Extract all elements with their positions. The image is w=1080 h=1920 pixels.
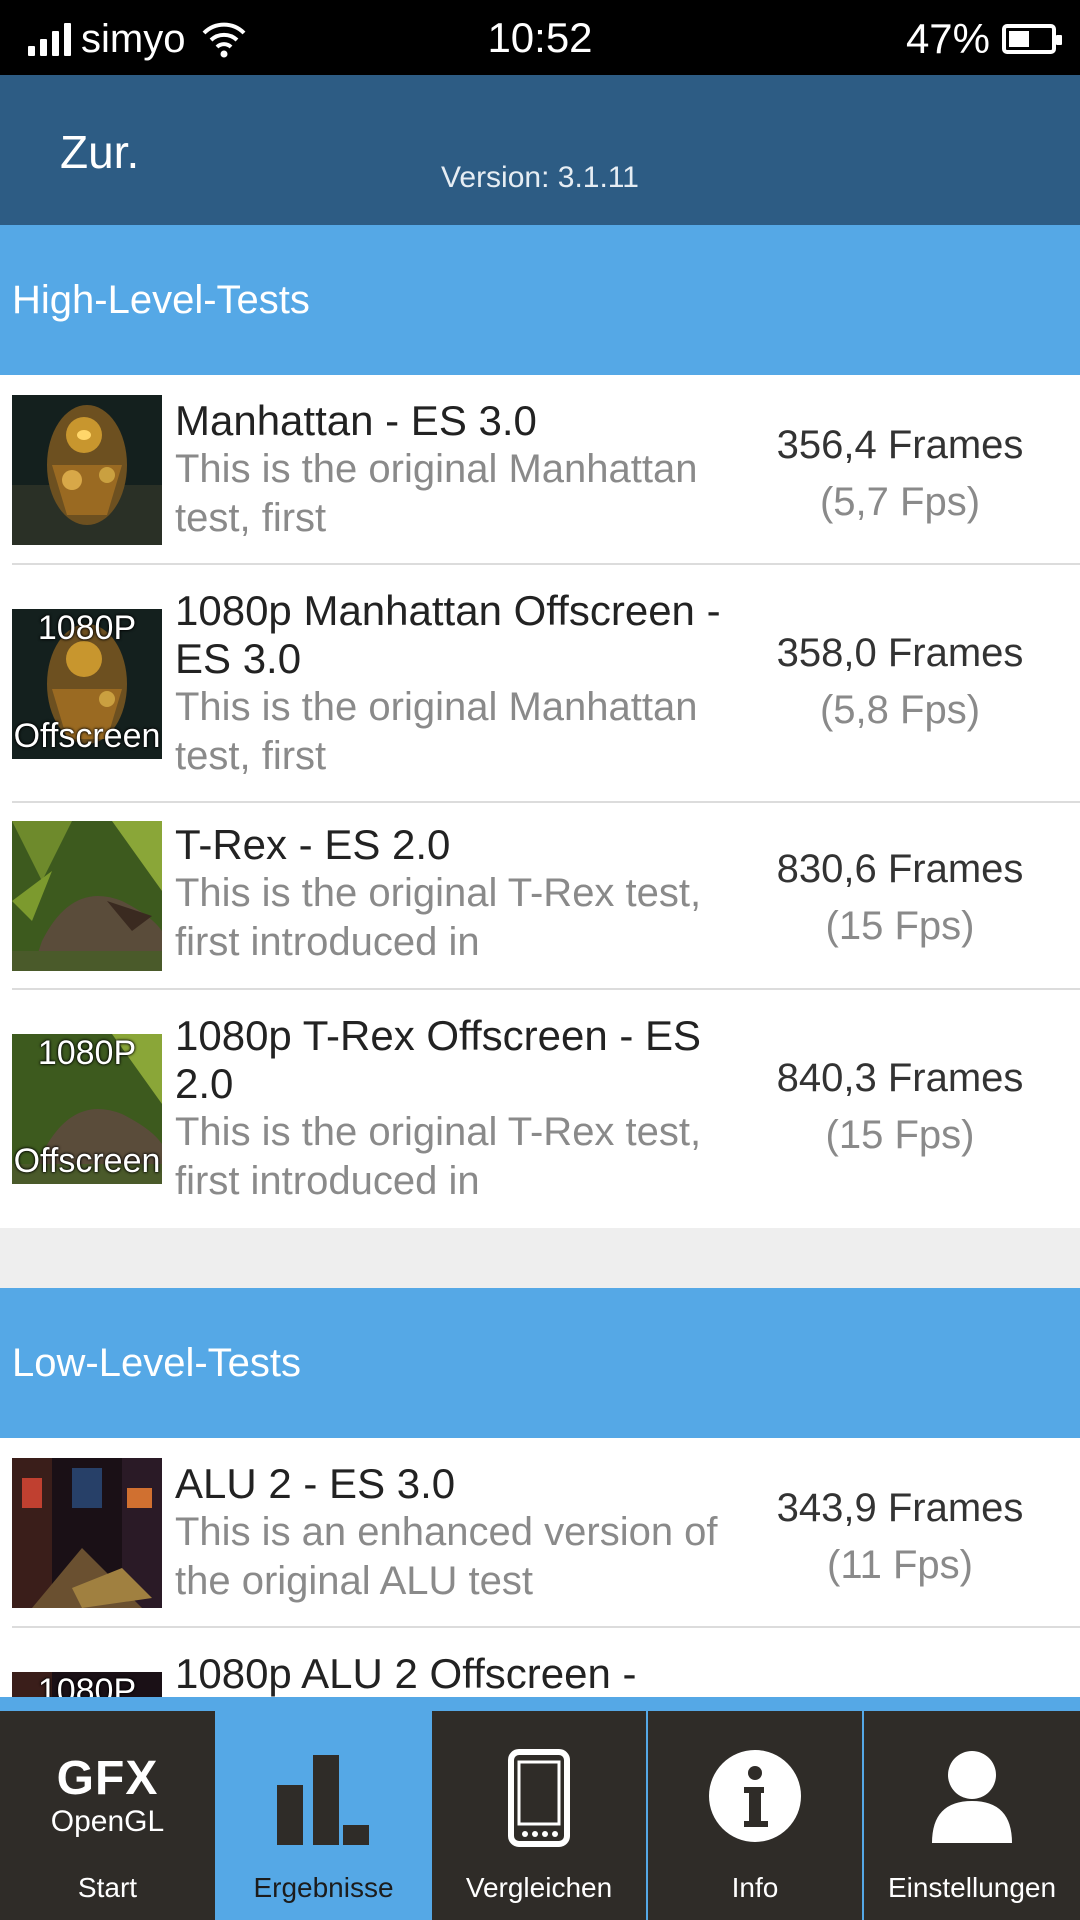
app-header: Zur. Version: 3.1.11 <box>0 75 1080 225</box>
test-row-alu-offscreen[interactable]: 1080P 1080p ALU 2 Offscreen - <box>0 1628 1080 1697</box>
frames-value: 840,3 Frames <box>776 1056 1024 1100</box>
info-icon <box>648 1749 862 1859</box>
alu-offscreen-thumbnail: 1080P <box>12 1672 162 1697</box>
frames-value: 356,4 Frames <box>776 423 1024 467</box>
test-row-trex[interactable]: T-Rex - ES 2.0 This is the original T-Re… <box>0 803 1080 990</box>
nav-einstellungen[interactable]: Einstellungen <box>864 1711 1080 1920</box>
fps-value: (11 Fps) <box>827 1543 973 1587</box>
manhattan-thumbnail <box>12 395 162 545</box>
trex-offscreen-thumbnail: 1080P Offscreen <box>12 1034 162 1184</box>
status-right: 47% <box>905 14 1062 64</box>
test-description: This is the original Manhattan test, fir… <box>175 447 698 540</box>
test-score: 343,9 Frames (11 Fps) <box>740 1480 1060 1594</box>
logo-text-gfx: GFX <box>56 1752 159 1805</box>
thumb-overlay-bottom: Offscreen <box>13 717 161 755</box>
test-score: 358,0 Frames (5,8 Fps) <box>740 625 1060 739</box>
nav-ergebnisse[interactable]: Ergebnisse <box>217 1711 430 1920</box>
thumb-overlay-top: 1080P <box>37 1672 137 1697</box>
section-header-low-level: Low-Level-Tests <box>0 1288 1080 1438</box>
test-row-manhattan-offscreen[interactable]: 1080P Offscreen 1080p Manhattan Offscree… <box>0 565 1080 803</box>
test-description: This is the original Manhattan test, fir… <box>175 685 698 778</box>
nav-start[interactable]: GFX OpenGL Start <box>0 1711 215 1920</box>
fps-value: (5,8 Fps) <box>819 688 981 732</box>
nav-label: Start <box>77 1872 138 1903</box>
battery-percent: 47% <box>905 15 990 62</box>
logo-text-opengl: OpenGL <box>50 1805 165 1838</box>
smartphone-icon <box>432 1749 646 1859</box>
test-title: 1080p Manhattan Offscreen - ES 3.0 <box>175 587 721 682</box>
section-header-high-level: High-Level-Tests <box>0 225 1080 375</box>
test-row-trex-offscreen[interactable]: 1080P Offscreen 1080p T-Rex Offscreen - … <box>0 990 1080 1228</box>
battery-icon <box>1002 24 1062 54</box>
fps-value: (15 Fps) <box>825 904 975 948</box>
gfx-opengl-logo: GFX OpenGL <box>0 1749 215 1859</box>
test-title: Manhattan - ES 3.0 <box>175 397 537 444</box>
status-bar: simyo 10:52 47% <box>0 0 1080 75</box>
nav-label: Info <box>731 1872 779 1903</box>
nav-info[interactable]: Info <box>648 1711 862 1920</box>
test-description: This is the original T-Rex test, first i… <box>175 1110 702 1203</box>
test-row-alu[interactable]: ALU 2 - ES 3.0 This is an enhanced versi… <box>0 1438 1080 1628</box>
fps-value: (15 Fps) <box>825 1113 975 1157</box>
thumb-overlay-top: 1080P <box>37 609 137 647</box>
frames-value: 358,0 Frames <box>776 631 1024 675</box>
test-description: This is an enhanced version of the origi… <box>175 1510 718 1603</box>
nav-label: Vergleichen <box>465 1872 613 1903</box>
thumb-overlay-top: 1080P <box>37 1034 137 1072</box>
frames-value: 343,9 Frames <box>776 1486 1024 1530</box>
frames-value: 830,6 Frames <box>776 847 1024 891</box>
test-row-manhattan[interactable]: Manhattan - ES 3.0 This is the original … <box>0 375 1080 565</box>
version-label: Version: 3.1.11 <box>441 161 639 194</box>
test-title: 1080p ALU 2 Offscreen - <box>175 1650 637 1697</box>
manhattan-offscreen-thumbnail: 1080P Offscreen <box>12 609 162 759</box>
user-icon <box>864 1749 1080 1859</box>
nav-label: Einstellungen <box>887 1872 1057 1903</box>
test-title: 1080p T-Rex Offscreen - ES 2.0 <box>175 1012 702 1107</box>
section-gap <box>0 1228 1080 1288</box>
nav-vergleichen[interactable]: Vergleichen <box>432 1711 646 1920</box>
test-score: 356,4 Frames (5,7 Fps) <box>740 417 1060 531</box>
test-title: ALU 2 - ES 3.0 <box>175 1460 456 1507</box>
bottom-navigation: GFX OpenGL Start Ergebnisse Vergleichen … <box>0 1697 1080 1920</box>
test-score: 830,6 Frames (15 Fps) <box>740 841 1060 955</box>
fps-value: (5,7 Fps) <box>819 480 981 524</box>
alu-thumbnail <box>12 1458 162 1608</box>
test-description: This is the original T-Rex test, first i… <box>175 871 702 964</box>
bar-chart-icon <box>217 1749 430 1859</box>
test-score: 840,3 Frames (15 Fps) <box>740 1050 1060 1164</box>
thumb-overlay-bottom: Offscreen <box>13 1142 161 1180</box>
trex-thumbnail <box>12 821 162 971</box>
test-title: T-Rex - ES 2.0 <box>175 821 451 868</box>
nav-label: Ergebnisse <box>253 1872 394 1903</box>
